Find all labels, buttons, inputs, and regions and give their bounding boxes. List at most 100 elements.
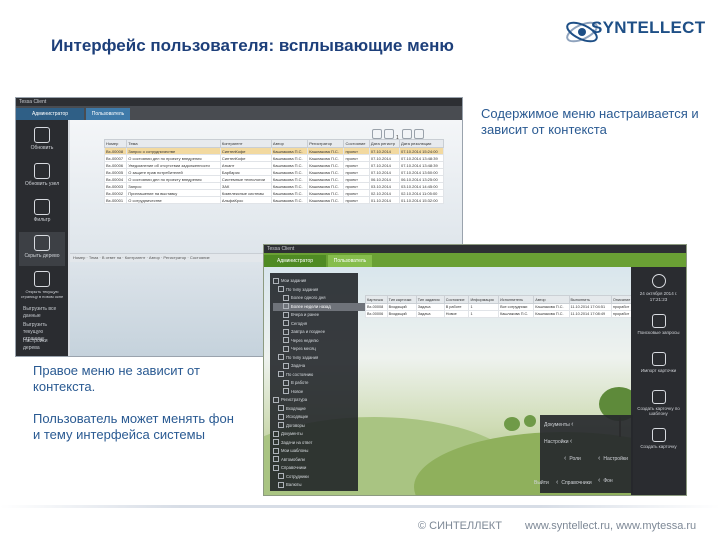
table-row[interactable]: Вх-00006 Уведомление об отсутствии задолж… [103, 161, 445, 169]
tree-item[interactable]: Документы [273, 430, 355, 438]
tree-item[interactable]: Автомобили [273, 456, 355, 464]
column-header[interactable]: Тип карточки [386, 295, 417, 304]
menu-documents[interactable]: Документы ‹ [544, 417, 577, 433]
tab-administrator[interactable]: Администратор [16, 108, 84, 120]
tree-item[interactable]: По типу задания [273, 286, 360, 294]
help-button[interactable] [634, 271, 683, 291]
menu-settings[interactable]: Настройки ‹ [544, 434, 575, 450]
table-cell: 11.10.2014 17:08:49 [568, 310, 612, 318]
table-cell: СинтелКофе [219, 147, 272, 155]
column-header[interactable]: Автор [533, 295, 570, 304]
tree-item[interactable]: Входящие [273, 405, 360, 413]
table-cell: Вх-00008 [103, 147, 128, 155]
tree-item-label: Регистратура [281, 397, 308, 402]
prev-page-icon[interactable] [372, 129, 382, 139]
last-page-icon[interactable] [401, 129, 412, 139]
refresh-node-button[interactable]: Обновить узел [19, 160, 65, 194]
tree-item[interactable]: Мои шаблоны [273, 447, 355, 455]
table-row[interactable]: Вх-00004 О состоянии дел по проекту внедр… [103, 175, 445, 183]
import-card-button[interactable]: Импорт карточки [634, 349, 683, 381]
tab-administrator-2[interactable]: Администратор [264, 255, 326, 267]
menu-references[interactable]: ‹ Справочники [556, 475, 592, 491]
tree-item[interactable]: Более недели назад [273, 302, 365, 311]
column-header[interactable]: Автор [270, 139, 309, 148]
tree-item[interactable]: По типу задания [273, 354, 360, 362]
tree-item[interactable]: Через месяц [273, 345, 365, 353]
table-cell: Вх-00003 [103, 182, 128, 190]
column-header[interactable]: Состояние [343, 139, 370, 148]
search-queries-icon [651, 314, 666, 328]
tree-item[interactable]: Сегодня [273, 320, 365, 328]
table-cell: 07.10.2014 13:48:39 [398, 154, 445, 162]
menu-background[interactable]: ‹ Фон [598, 473, 613, 489]
column-header[interactable]: Карточка [365, 295, 388, 304]
table-cell: 07.10.2014 13:50:00 [398, 168, 445, 176]
tree-item[interactable]: Регистратура [273, 396, 355, 404]
tree-item[interactable]: Более одного дня [273, 294, 365, 302]
column-header[interactable]: Состояние [443, 295, 470, 304]
column-header[interactable]: Исполнитель [498, 295, 535, 304]
tree-item[interactable]: Завтра и позднее [273, 328, 365, 336]
table-row[interactable]: Вх-00002 Приглашение на выставку Комплексн… [103, 189, 445, 197]
column-header[interactable]: Контрагент [219, 139, 272, 148]
tree-item[interactable]: Новое [273, 388, 365, 396]
filter-button[interactable]: Фильтр [19, 196, 65, 230]
tree-item[interactable]: Вчера и ранее [273, 311, 365, 319]
table-cell: проект [343, 175, 370, 183]
tree-item[interactable]: В работе [273, 379, 365, 387]
tree-item[interactable]: По состоянию [273, 371, 360, 379]
template-card-button[interactable]: Создать карточку по шаблону [634, 387, 683, 419]
refresh-button[interactable]: Обновить [19, 124, 65, 158]
column-header[interactable]: Тип задания [415, 295, 445, 304]
column-header[interactable]: Номер [103, 139, 128, 148]
column-header[interactable]: Информация [468, 295, 500, 304]
column-header[interactable]: Дата регистр [368, 139, 400, 148]
search-queries-button[interactable]: Поисковые запросы [634, 311, 683, 343]
tree-item[interactable]: Исходящие [273, 413, 360, 421]
folder-icon[interactable] [413, 129, 424, 139]
cards-table: Номер Тема Контрагент Автор Регистратор Состо… [103, 139, 445, 204]
column-header[interactable]: Выполнить [568, 295, 612, 304]
tree-item[interactable]: Задача [273, 362, 365, 370]
table-row[interactable]: Вх-00007 О состоянии дел по проекту внедр… [103, 154, 445, 162]
export-page-button[interactable]: Выгрузить текущую страницу [19, 322, 65, 342]
table-cell: 1 [468, 303, 500, 311]
table-cell: АльфаКрос [219, 196, 272, 204]
tab-user-2[interactable]: Пользователь [328, 255, 372, 267]
expand-box-icon [283, 362, 289, 369]
column-header[interactable]: Тема [126, 139, 221, 148]
tree-item[interactable]: Справочники [273, 464, 355, 472]
menu-roles[interactable]: ‹ Роли [564, 451, 581, 467]
tree [504, 417, 520, 431]
menu-settings-2[interactable]: ‹ Настройки [598, 451, 628, 467]
tab-user[interactable]: Пользователь [86, 108, 130, 120]
table-row[interactable]: Вх-00006 Входящий Задача Новое 1 Кашлакова П.… [365, 310, 636, 318]
tree-item[interactable]: Сотрудники [273, 473, 360, 481]
expand-box-icon [283, 345, 289, 352]
table-cell: 03.10.2014 [368, 182, 400, 190]
tree-item[interactable]: Через неделю [273, 337, 365, 345]
tree-item-label: Мои шаблоны [281, 448, 309, 453]
menu-exit[interactable]: Выйти [534, 475, 549, 491]
tree-item-label: Более одного дня [291, 295, 326, 300]
export-all-button[interactable]: Выгрузить все данные [19, 306, 65, 320]
hide-tree-button[interactable]: Скрыть дерево [19, 232, 65, 266]
table-row[interactable]: Вх-00008 Запрос о сотрудничестве СинтелКоф… [103, 147, 445, 155]
column-header[interactable]: Регистратор [307, 139, 345, 148]
tree-item[interactable]: Мои задания [273, 277, 355, 285]
tree-item[interactable]: Задачи на ответ [273, 439, 355, 447]
table-row[interactable]: Вх-00005 О защите прав потребителей Барбар… [103, 168, 445, 176]
create-card-button[interactable]: Создать карточку [634, 425, 683, 457]
table-row[interactable]: Вх-00003 Запрос ЗАК Кашлакова П.С. Кашлакова… [103, 182, 445, 190]
table-row[interactable]: Вх-00001 О сотрудничестве АльфаКрос Кашлако… [103, 196, 445, 204]
table-row[interactable]: Вх-00008 Входящий Задача В работе 1 Все сотру… [365, 303, 636, 311]
chevron-left-icon: ‹ [598, 455, 601, 462]
tree-item-label: Сотрудники [286, 473, 309, 479]
open-window-button[interactable]: Открыть текущую страницу в новом окне [19, 268, 65, 299]
tree-item[interactable]: Договоры [273, 422, 360, 430]
tree-item[interactable]: Валюты [273, 481, 360, 489]
tree-item-label: Справочники [281, 465, 307, 470]
next-page-icon[interactable] [384, 129, 394, 139]
column-header[interactable]: Дата резолюции [398, 139, 445, 148]
tree-settings-button[interactable]: Настройки дерева [19, 338, 65, 352]
